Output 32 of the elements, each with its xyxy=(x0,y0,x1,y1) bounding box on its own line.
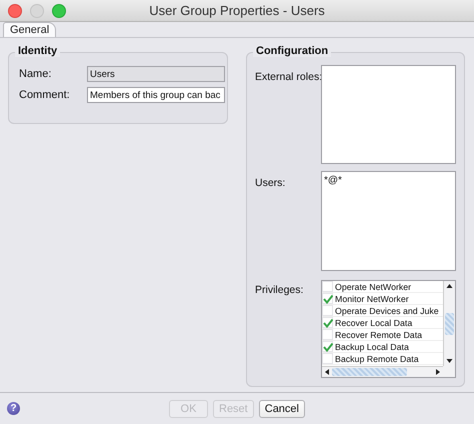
field-label: External roles: xyxy=(255,70,321,85)
input-field[interactable]: Members of this group can bac xyxy=(87,87,225,103)
privilege-label: Recover Remote Data xyxy=(335,330,422,340)
scroll-thumb[interactable] xyxy=(332,368,407,376)
field-label: Privileges: xyxy=(255,283,304,298)
privilege-label: Monitor NetWorker xyxy=(335,294,409,304)
privilege-label: Recover Local Data xyxy=(335,318,412,328)
users-list[interactable]: *@* xyxy=(321,171,456,271)
zoom-icon[interactable] xyxy=(52,4,66,18)
checkbox[interactable] xyxy=(322,317,333,328)
privilege-label: Operate NetWorker xyxy=(335,282,412,292)
minimize-icon[interactable] xyxy=(30,4,44,18)
group-title: Identity xyxy=(15,45,60,57)
horizontal-scrollbar[interactable] xyxy=(322,366,443,377)
field-label: Name: xyxy=(19,68,52,80)
checkbox[interactable] xyxy=(322,293,333,304)
tab[interactable]: General xyxy=(3,22,56,37)
list-item[interactable]: *@* xyxy=(324,175,453,186)
vertical-scrollbar[interactable] xyxy=(443,281,455,366)
privilege-label: Operate Devices and Juke xyxy=(335,306,439,316)
group-title: Configuration xyxy=(253,45,332,57)
window-title: User Group Properties - Users xyxy=(149,3,325,18)
help-button[interactable]: ? xyxy=(7,402,20,415)
cancel-button[interactable]: Cancel xyxy=(258,400,305,418)
checkbox[interactable] xyxy=(322,341,333,352)
field-label: Users: xyxy=(255,176,286,191)
close-icon[interactable] xyxy=(8,4,22,18)
field-label: Comment: xyxy=(19,89,71,101)
scroll-thumb[interactable] xyxy=(445,312,454,334)
roles-list[interactable] xyxy=(321,65,456,164)
privilege-label: Backup Local Data xyxy=(335,342,409,352)
privilege-label: Backup Remote Data xyxy=(335,354,419,364)
